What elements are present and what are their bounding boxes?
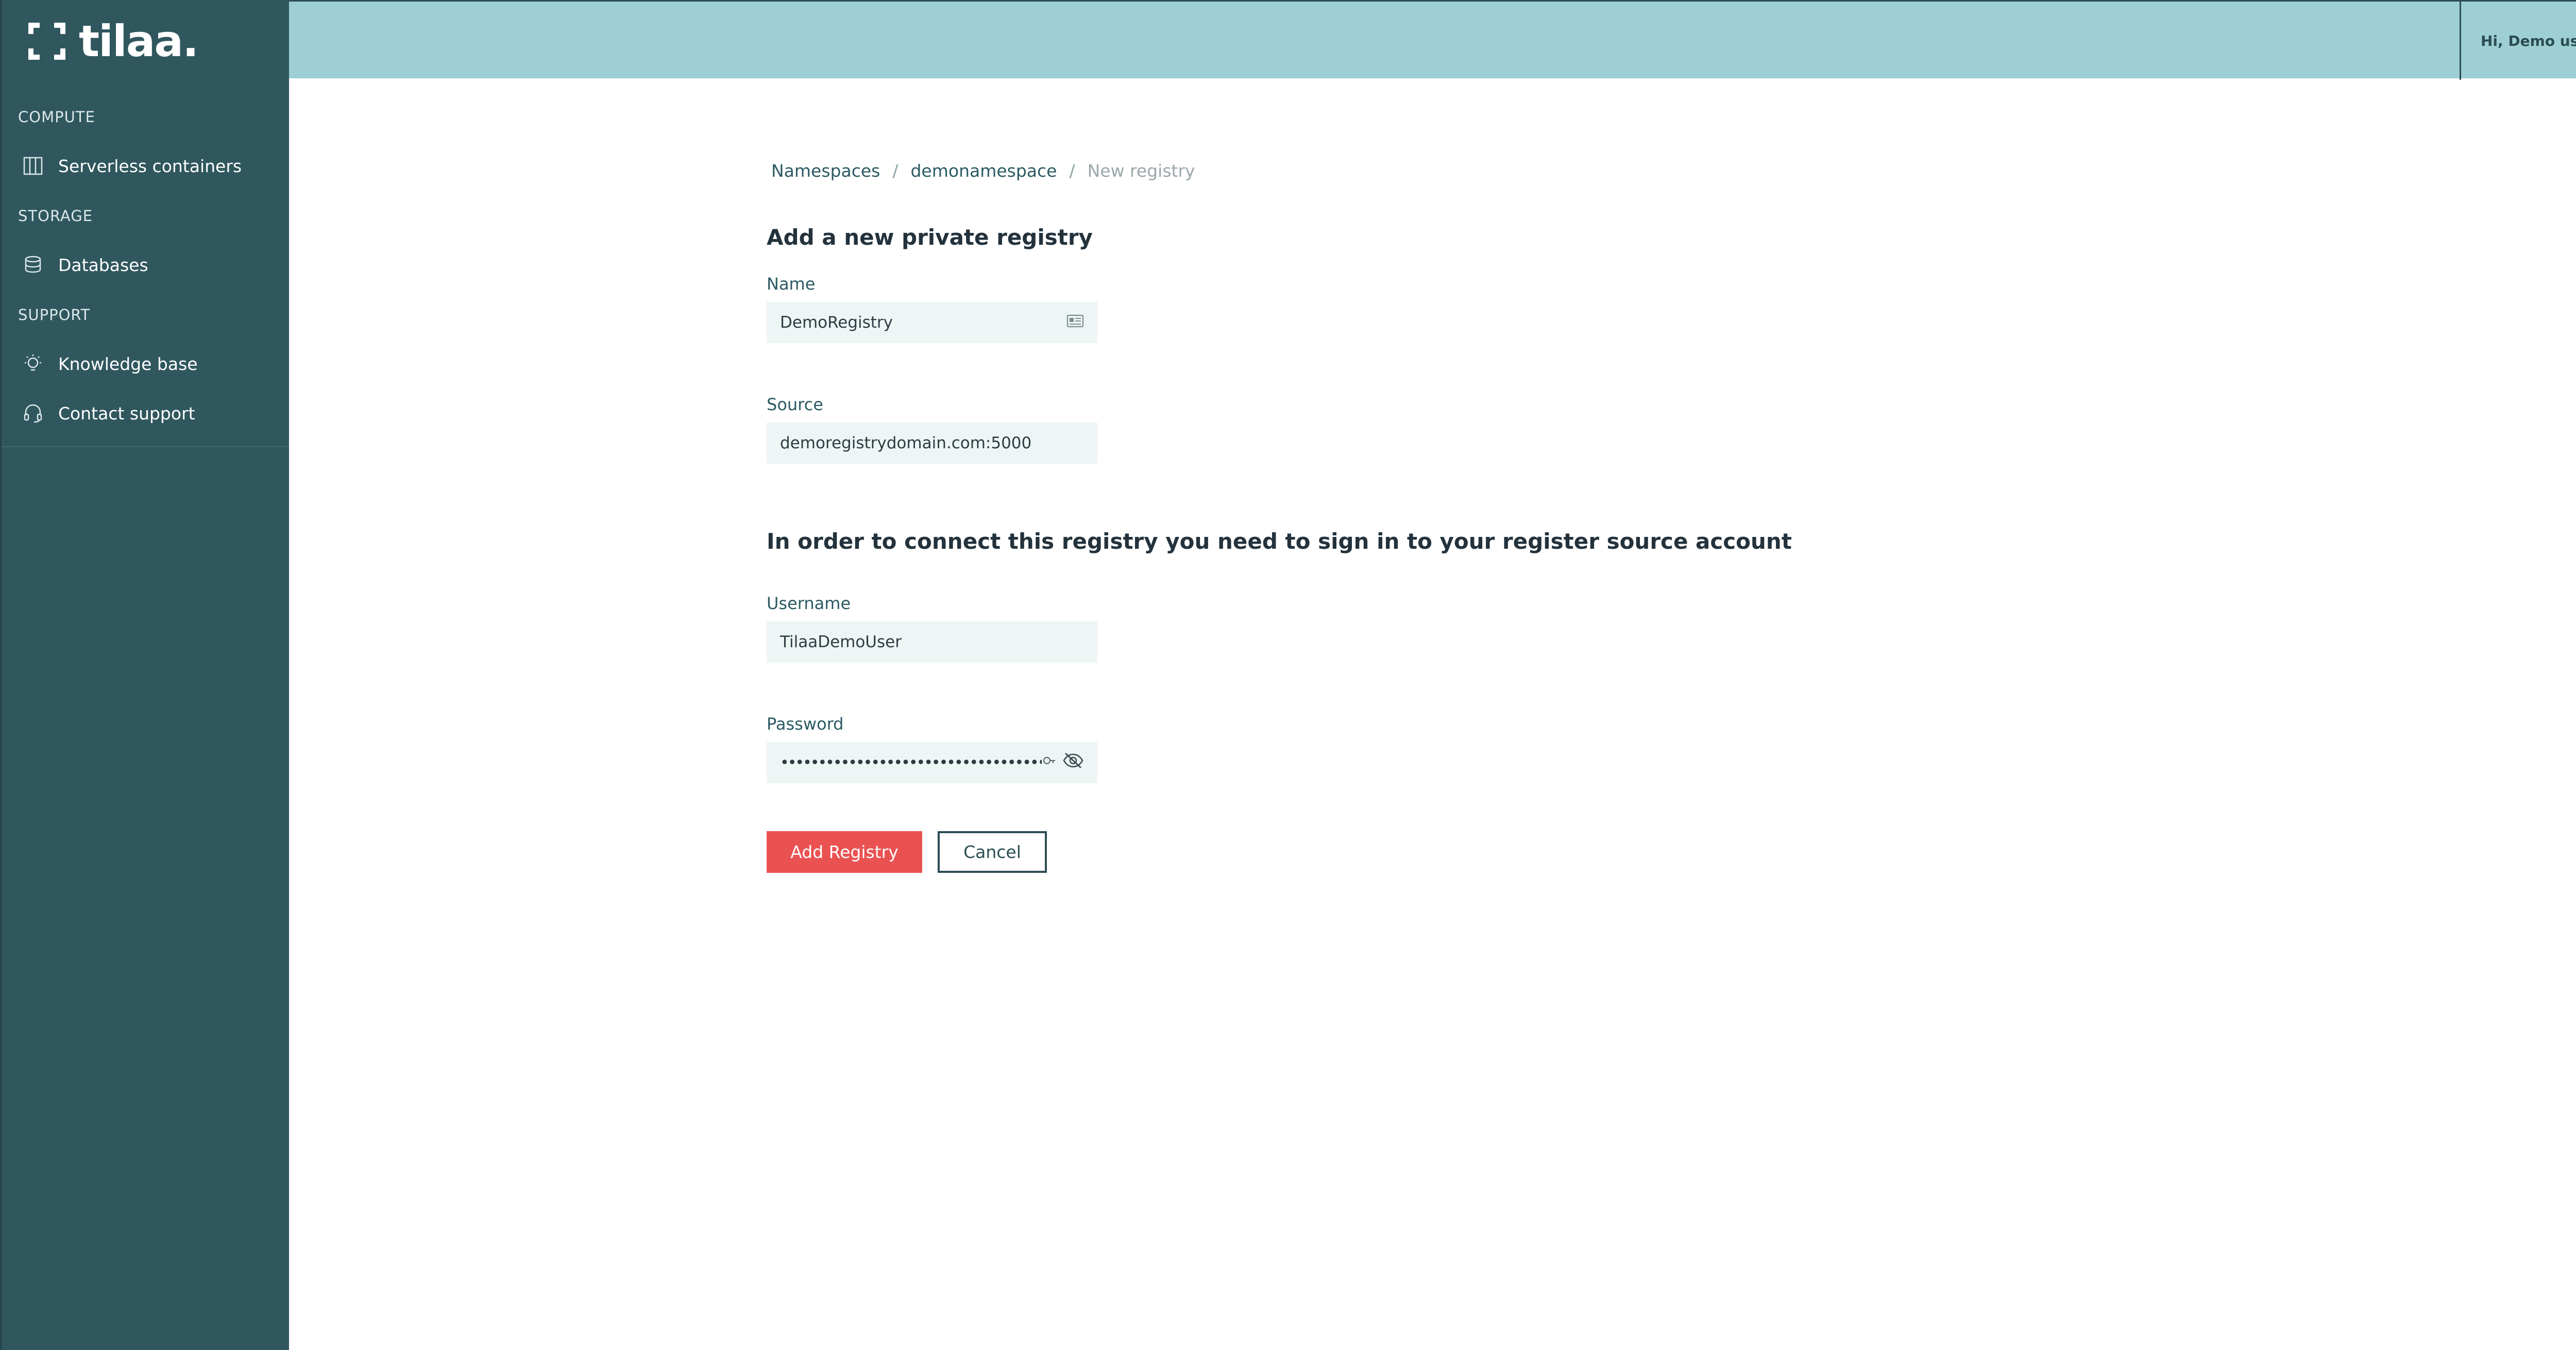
add-registry-button[interactable]: Add Registry (767, 831, 922, 873)
name-field[interactable]: DemoRegistry (767, 302, 1097, 343)
sidebar-item-serverless-containers[interactable]: Serverless containers (2, 145, 289, 187)
lightbulb-icon (22, 353, 44, 375)
top-bar: Hi, Demo user D (289, 0, 2576, 80)
username-label: Username (767, 594, 851, 613)
database-icon (22, 254, 44, 276)
headset-icon (22, 402, 44, 424)
password-value: ••••••••••••••••••••••••••••••••••••••••… (780, 753, 1042, 772)
page-title: Add a new private registry (767, 225, 1093, 250)
password-label: Password (767, 714, 844, 734)
username-field[interactable]: TilaaDemoUser (767, 621, 1097, 663)
breadcrumb-current: New registry (1087, 161, 1195, 181)
auth-heading: In order to connect this registry you ne… (767, 529, 1792, 554)
name-value: DemoRegistry (780, 313, 893, 332)
key-icon (1042, 753, 1056, 772)
section-title-compute: COMPUTE (18, 108, 95, 126)
sidebar-item-databases[interactable]: Databases (2, 244, 289, 285)
password-field[interactable]: ••••••••••••••••••••••••••••••••••••••••… (767, 742, 1097, 783)
sidebar-item-knowledge-base[interactable]: Knowledge base (2, 343, 289, 384)
section-title-support: SUPPORT (18, 306, 91, 324)
eye-off-icon[interactable] (1062, 752, 1084, 773)
source-value: demoregistrydomain.com:5000 (780, 434, 1032, 452)
sidebar-item-label: Knowledge base (58, 353, 198, 374)
sidebar-item-label: Databases (58, 255, 148, 275)
breadcrumb: Namespaces / demonamespace / New registr… (771, 161, 1195, 181)
cancel-button[interactable]: Cancel (938, 831, 1047, 873)
columns-icon (22, 155, 44, 177)
user-menu[interactable]: Hi, Demo user D (2460, 2, 2576, 80)
source-field[interactable]: demoregistrydomain.com:5000 (767, 423, 1097, 464)
breadcrumb-separator: / (892, 161, 899, 181)
breadcrumb-demonamespace[interactable]: demonamespace (910, 161, 1057, 181)
logo-mark-icon (26, 21, 67, 62)
name-label: Name (767, 274, 816, 294)
brand-name: tilaa. (79, 16, 199, 66)
sidebar-item-contact-support[interactable]: Contact support (2, 393, 289, 434)
breadcrumb-separator: / (1069, 161, 1075, 181)
user-greeting: Hi, Demo user (2481, 32, 2576, 49)
breadcrumb-namespaces[interactable]: Namespaces (771, 161, 880, 181)
sidebar-item-label: Contact support (58, 403, 195, 424)
sidebar-divider (2, 446, 289, 447)
username-value: TilaaDemoUser (780, 633, 902, 651)
sidebar: tilaa. COMPUTE Serverless containers STO… (0, 0, 289, 1350)
section-title-storage: STORAGE (18, 207, 93, 225)
id-card-icon (1066, 313, 1084, 332)
sidebar-item-label: Serverless containers (58, 156, 242, 176)
source-label: Source (767, 395, 823, 414)
brand-logo[interactable]: tilaa. (26, 15, 201, 67)
